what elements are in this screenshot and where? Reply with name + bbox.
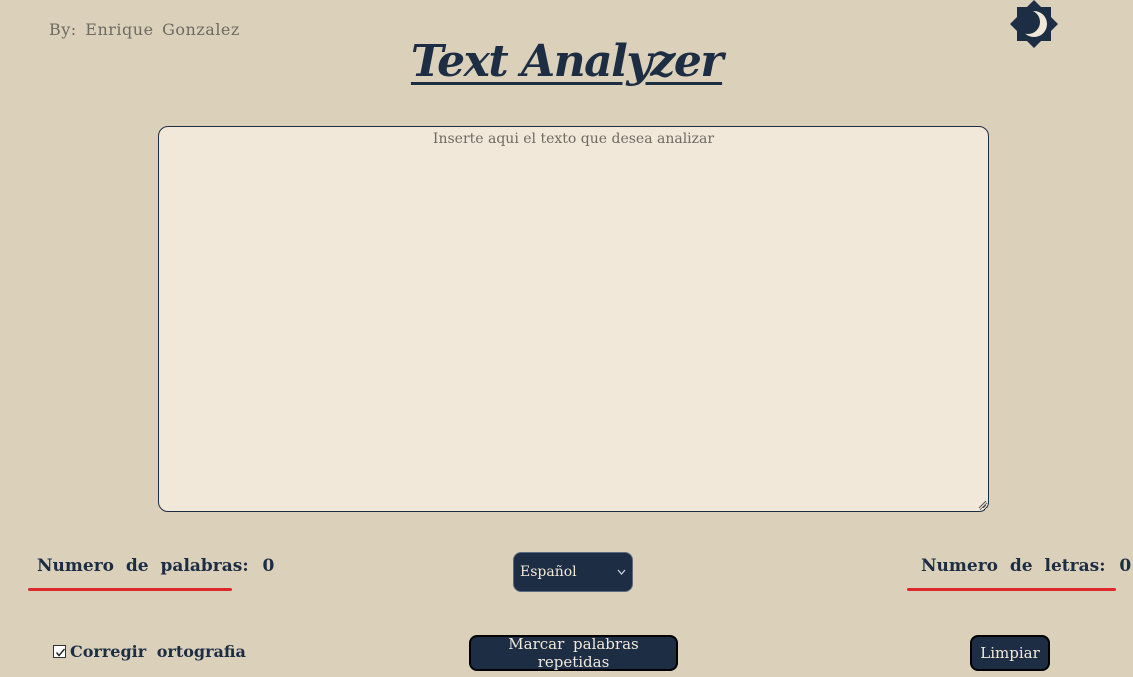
spellcheck-checkbox[interactable] (53, 645, 66, 658)
clear-button[interactable]: Limpiar (970, 635, 1050, 671)
spellcheck-label: Corregir ortografia (70, 642, 246, 661)
page: By: Enrique Gonzalez Text Analyzer Numer… (0, 0, 1133, 677)
page-title: Text Analyzer (410, 36, 724, 87)
word-count: Numero de palabras: 0 (37, 556, 274, 576)
word-count-underline (28, 588, 232, 591)
resize-handle-icon[interactable] (978, 500, 987, 509)
chevron-down-icon (617, 567, 626, 578)
letter-count-underline (907, 588, 1116, 591)
language-select[interactable]: Español (513, 552, 633, 592)
checkmark-icon (55, 648, 66, 657)
mark-repeated-words-button[interactable]: Marcar palabras repetidas (469, 635, 678, 671)
letter-count-label: Numero de letras: (921, 556, 1106, 576)
text-input-area[interactable] (158, 126, 989, 512)
word-count-value: 0 (262, 556, 275, 576)
language-selected: Español (520, 564, 577, 580)
spellcheck-toggle[interactable]: Corregir ortografia (53, 642, 246, 661)
letter-count: Numero de letras: 0 (921, 556, 1131, 576)
letter-count-value: 0 (1119, 556, 1132, 576)
word-count-label: Numero de palabras: (37, 556, 249, 576)
